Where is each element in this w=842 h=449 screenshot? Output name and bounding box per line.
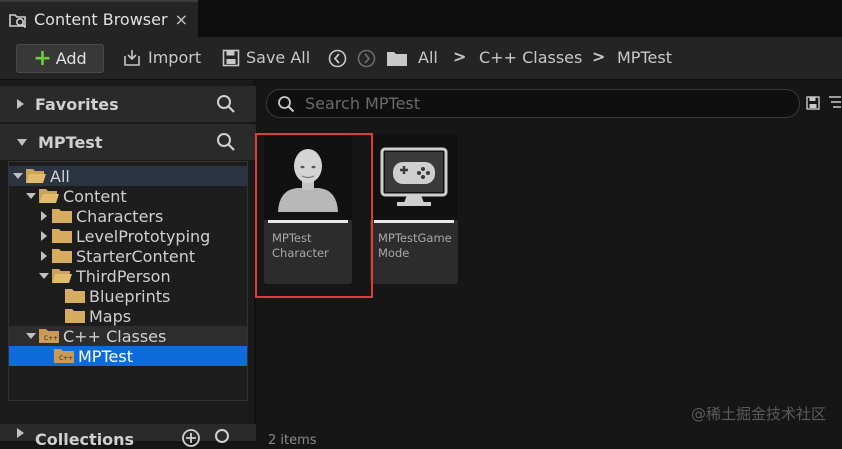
import-label: Import	[148, 48, 202, 67]
svg-text:C++: C++	[59, 355, 73, 362]
chevron-down-icon	[39, 273, 49, 279]
plus-icon: +	[33, 45, 52, 71]
breadcrumb-separator[interactable]: >	[453, 47, 466, 66]
collections-header[interactable]: Collections	[0, 424, 256, 449]
breadcrumb-all[interactable]: All	[418, 48, 438, 67]
search-icon	[278, 95, 295, 112]
chevron-right-icon	[41, 251, 47, 261]
tree-item-label: ThirdPerson	[76, 266, 171, 286]
tab-title: Content Browser	[34, 10, 168, 29]
back-icon[interactable]	[328, 49, 347, 68]
folder-icon	[65, 309, 85, 323]
breadcrumb-mptest[interactable]: MPTest	[617, 48, 672, 67]
tree-item-label: Blueprints	[89, 286, 171, 306]
folder-tree: All Content Characters LevelPrototyping …	[8, 161, 248, 401]
collections-title: Collections	[35, 430, 135, 449]
chevron-down-icon	[26, 193, 36, 199]
search-box[interactable]	[266, 89, 800, 118]
tree-item-thirdperson[interactable]: ThirdPerson	[9, 266, 247, 286]
forward-icon[interactable]	[357, 49, 376, 68]
favorites-title: Favorites	[35, 94, 119, 114]
asset-tile-gamemode[interactable]: MPTestGame Mode	[370, 134, 458, 284]
tree-item-levelprototyping[interactable]: LevelPrototyping	[9, 226, 247, 246]
toolbar: + Add Import Save All All > C++ Classes …	[0, 37, 842, 80]
breadcrumb-cpp-classes[interactable]: C++ Classes	[479, 48, 582, 67]
tab-content-browser[interactable]: Content Browser ×	[0, 0, 198, 37]
favorites-header[interactable]: Favorites	[0, 86, 256, 122]
chevron-right-icon	[41, 211, 47, 221]
tree-item-blueprints[interactable]: Blueprints	[9, 286, 247, 306]
cpp-folder-icon: C++	[39, 329, 59, 343]
tree-item-label: Content	[63, 186, 127, 206]
add-button-label: Add	[55, 49, 87, 68]
filter-icon[interactable]	[828, 95, 842, 111]
tab-close-icon[interactable]: ×	[175, 10, 188, 29]
project-title: MPTest	[38, 132, 103, 152]
add-button[interactable]: + Add	[16, 44, 104, 73]
selection-highlight	[255, 133, 373, 298]
folder-icon	[52, 249, 72, 263]
folder-icon	[387, 52, 407, 66]
search-input[interactable]	[303, 93, 753, 114]
save-all-button[interactable]: Save All	[222, 48, 310, 67]
asset-thumbnail	[370, 134, 458, 220]
chevron-right-icon	[41, 231, 47, 241]
cpp-folder-icon: C++	[54, 349, 74, 363]
folder-open-icon	[52, 269, 72, 283]
search-icon[interactable]	[214, 428, 234, 448]
breadcrumb-separator[interactable]: >	[592, 47, 605, 66]
folder-open-icon	[39, 189, 59, 203]
import-icon	[124, 49, 140, 66]
tree-item-label: Characters	[76, 206, 164, 226]
tree-item-mptest[interactable]: C++ MPTest	[9, 346, 247, 366]
save-all-label: Save All	[246, 48, 311, 67]
content-browser-icon	[9, 13, 27, 28]
tree-item-maps[interactable]: Maps	[9, 306, 247, 326]
folder-icon	[65, 289, 85, 303]
gamemode-icon	[380, 147, 448, 206]
project-header[interactable]: MPTest	[0, 124, 256, 160]
chevron-right-icon	[17, 99, 24, 109]
search-icon[interactable]	[216, 94, 236, 114]
add-collection-icon[interactable]	[181, 428, 201, 448]
chevron-down-icon	[26, 333, 36, 339]
tree-item-all[interactable]: All	[9, 166, 247, 186]
save-icon	[222, 49, 240, 66]
tree-item-label: Maps	[89, 306, 132, 326]
folder-icon	[52, 229, 72, 243]
tree-item-label: LevelPrototyping	[76, 226, 211, 246]
tree-item-content[interactable]: Content	[9, 186, 247, 206]
chevron-down-icon	[17, 138, 27, 146]
tree-item-label: C++ Classes	[63, 326, 167, 346]
asset-name: MPTestGame Mode	[378, 231, 452, 260]
search-icon[interactable]	[216, 132, 236, 152]
folder-icon	[52, 209, 72, 223]
tab-bar: Content Browser ×	[0, 0, 842, 37]
svg-text:C++: C++	[44, 335, 58, 342]
chevron-down-icon	[13, 173, 23, 179]
tree-item-label: MPTest	[78, 346, 133, 366]
watermark: @稀土掘金技术社区	[690, 405, 826, 423]
tree-item-cpp-classes[interactable]: C++ C++ Classes	[9, 326, 247, 346]
tree-item-label: StarterContent	[76, 246, 196, 266]
import-button[interactable]: Import	[122, 48, 201, 67]
folder-open-icon	[26, 169, 46, 183]
save-search-icon[interactable]	[806, 96, 820, 110]
tree-item-label: All	[50, 166, 70, 186]
chevron-right-icon	[17, 427, 24, 438]
sources-panel: Favorites MPTest All Content Characters …	[0, 80, 256, 449]
tree-item-startercontent[interactable]: StarterContent	[9, 246, 247, 266]
tree-item-characters[interactable]: Characters	[9, 206, 247, 226]
